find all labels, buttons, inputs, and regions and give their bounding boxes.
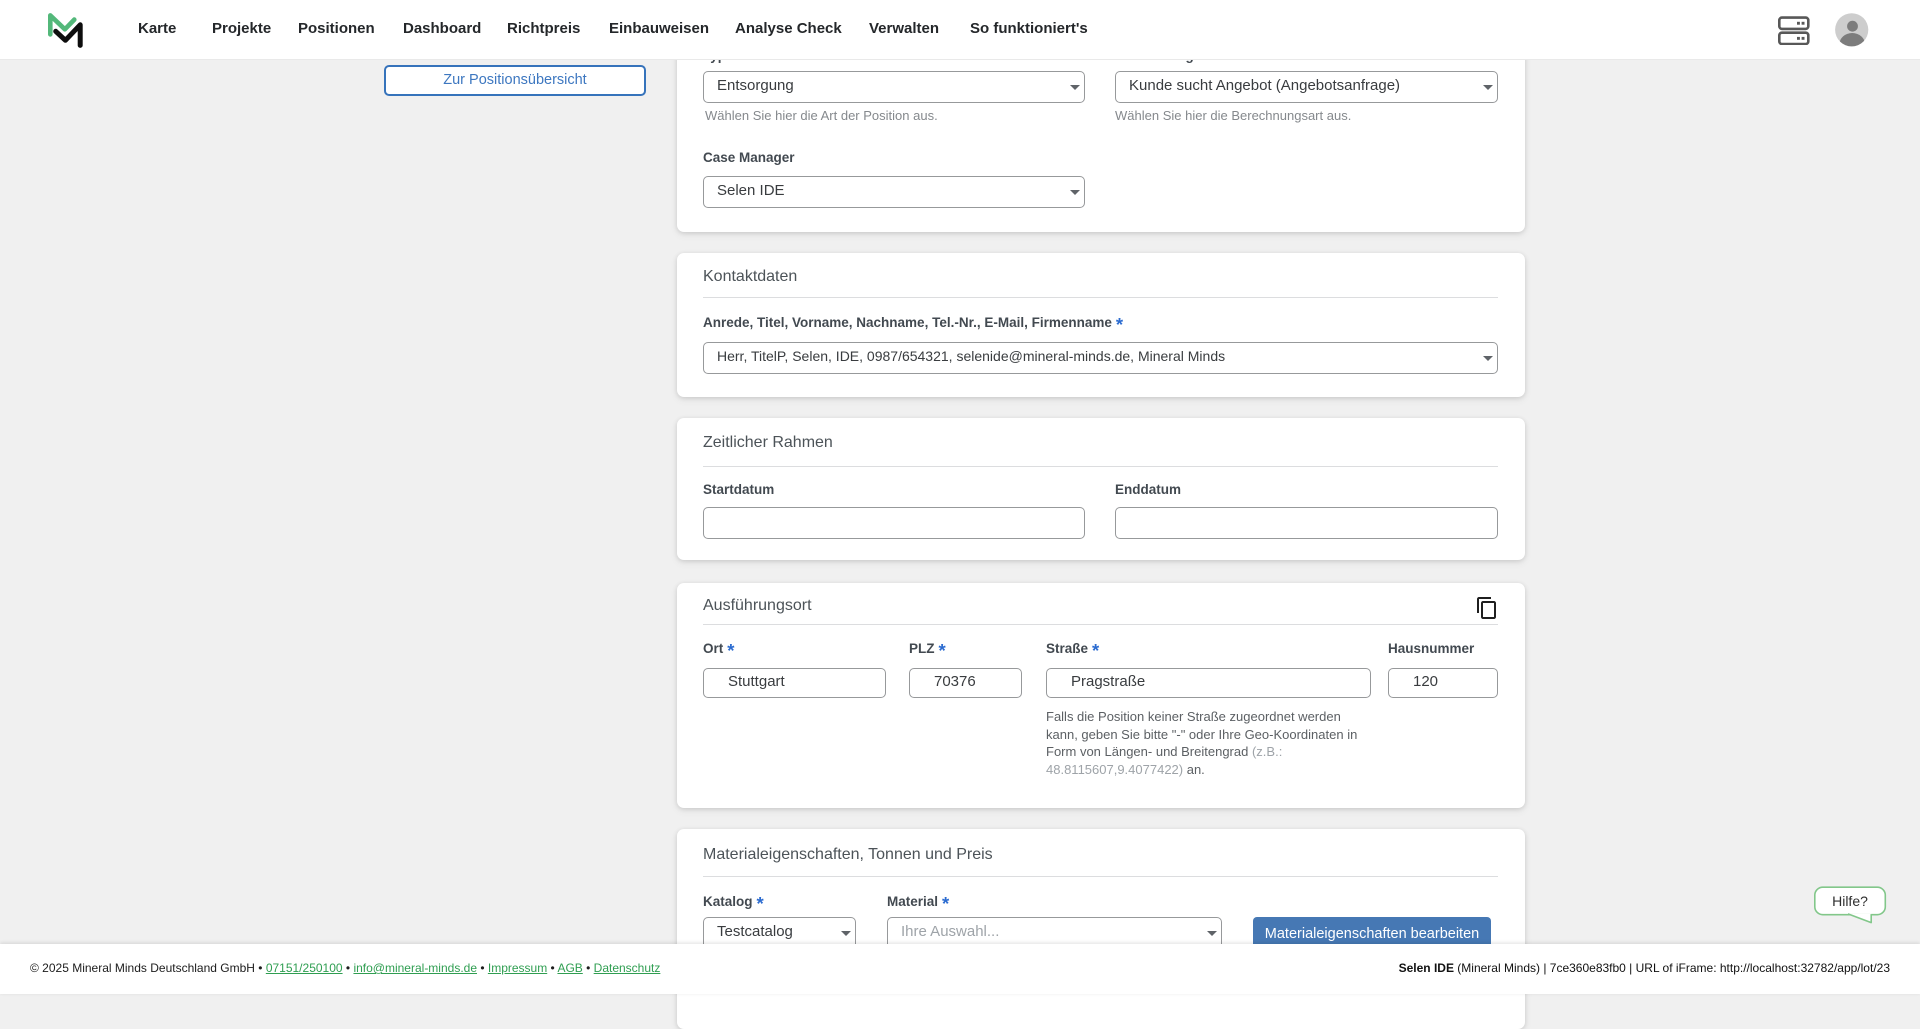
svg-text:Hilfe?: Hilfe? (1832, 893, 1868, 909)
